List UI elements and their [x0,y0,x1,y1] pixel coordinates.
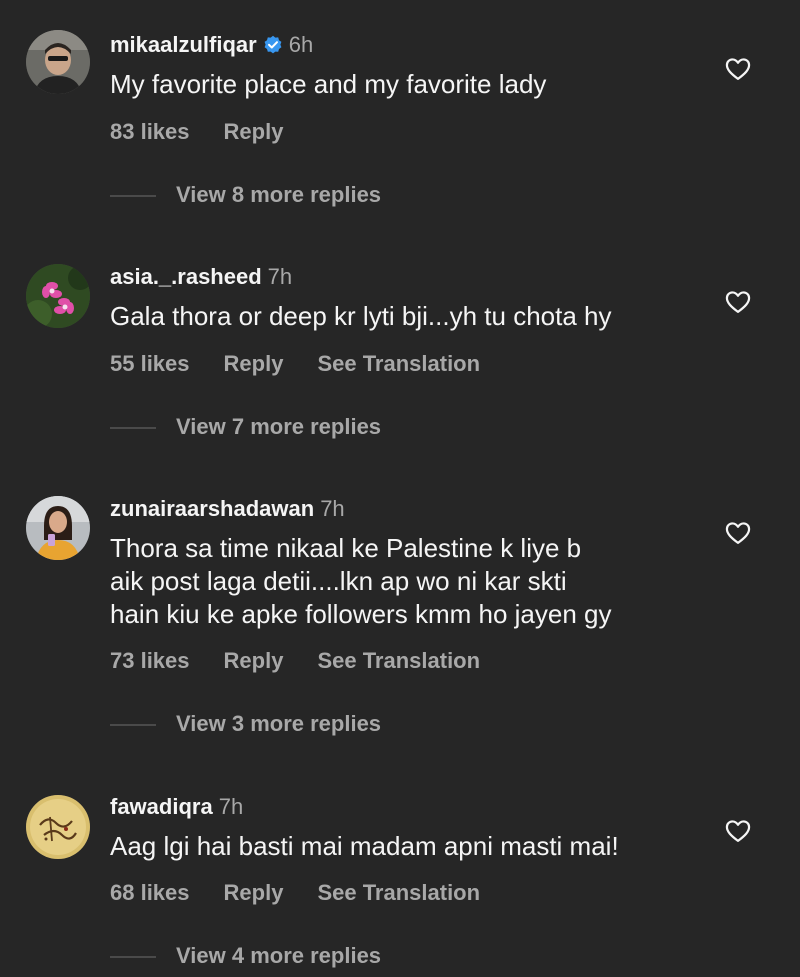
timestamp: 7h [218,794,244,819]
view-replies-label: View 7 more replies [176,414,382,439]
like-button[interactable] [724,288,752,316]
comment-text: Aag lgi hai basti mai madam apni masti m… [110,831,619,861]
view-replies-label: View 3 more replies [176,711,382,736]
avatar[interactable] [26,30,90,94]
view-replies-button[interactable]: View 3 more replies [110,711,381,737]
likes-count[interactable]: 83 likes [110,119,190,145]
likes-count[interactable]: 68 likes [110,880,190,906]
view-replies-label: View 4 more replies [176,943,382,968]
reply-button[interactable]: Reply [224,119,284,145]
comment-actions: 55 likes Reply See Translation [110,351,480,377]
like-button[interactable] [724,519,752,547]
comment-actions: 73 likes Reply See Translation [110,648,480,674]
like-button[interactable] [724,817,752,845]
likes-count[interactable]: 55 likes [110,351,190,377]
reply-button[interactable]: Reply [224,880,284,906]
see-translation-button[interactable]: See Translation [317,351,480,377]
view-replies-label: View 8 more replies [176,182,382,207]
timestamp: 7h [320,496,345,521]
verified-badge-icon [264,35,282,54]
replies-divider [110,427,156,430]
view-replies-button[interactable]: View 4 more replies [110,943,381,969]
username[interactable]: zunairaarshadawan [110,496,314,521]
username[interactable]: asia._.rasheed [110,264,262,289]
username[interactable]: mikaalzulfiqar [110,32,257,57]
comment-header: fawadiqra 7h [110,794,243,820]
profile-photo-man-icon [26,30,90,94]
replies-divider [110,956,156,959]
profile-photo-flower-icon [26,264,90,328]
avatar[interactable] [26,496,90,560]
replies-divider [110,195,156,198]
see-translation-button[interactable]: See Translation [317,880,480,906]
profile-photo-calligraphy-icon [26,795,90,859]
username[interactable]: fawadiqra [110,794,213,819]
comment-actions: 68 likes Reply See Translation [110,880,480,906]
comment-header: mikaalzulfiqar 6h [110,32,313,58]
like-button[interactable] [724,55,752,83]
comment-text: Gala thora or deep kr lyti bji...yh tu c… [110,301,612,331]
replies-divider [110,724,156,727]
heart-icon [725,820,751,843]
comment-header: asia._.rasheed 7h [110,264,292,290]
profile-photo-woman-icon [26,496,90,560]
see-translation-button[interactable]: See Translation [317,648,480,674]
timestamp: 6h [288,32,314,57]
view-replies-button[interactable]: View 7 more replies [110,414,381,440]
timestamp: 7h [267,264,293,289]
view-replies-button[interactable]: View 8 more replies [110,182,381,208]
heart-icon [725,291,751,314]
avatar[interactable] [26,795,90,859]
heart-icon [725,522,751,545]
heart-icon [725,58,751,81]
avatar[interactable] [26,264,90,328]
reply-button[interactable]: Reply [224,648,284,674]
comment-actions: 83 likes Reply [110,119,283,145]
reply-button[interactable]: Reply [224,351,284,377]
comment-text: My favorite place and my favorite lady [110,69,547,99]
comment-text: Thora sa time nikaal ke Palestine k liye… [110,533,612,629]
comment-header: zunairaarshadawan 7h [110,496,345,522]
likes-count[interactable]: 73 likes [110,648,190,674]
